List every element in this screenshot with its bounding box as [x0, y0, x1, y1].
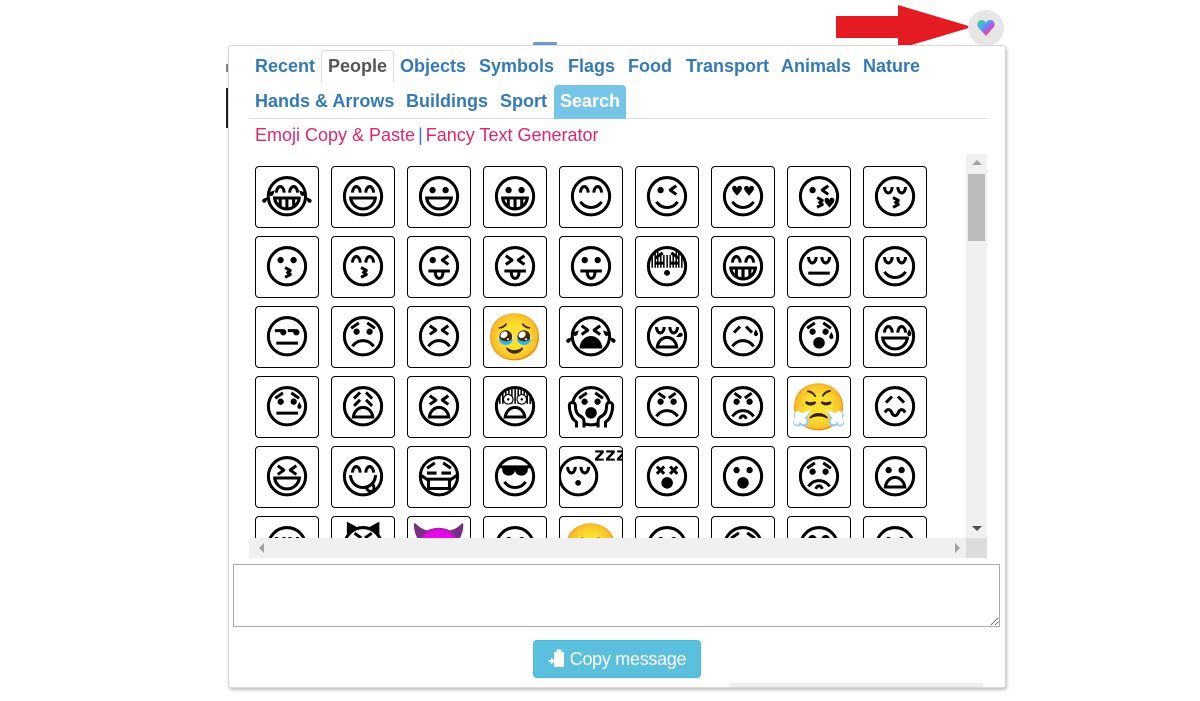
- category-tabs: Recent People Objects Symbols Flags Food…: [249, 50, 987, 119]
- emoji-cell[interactable]: 😍: [711, 166, 775, 228]
- copy-message-button[interactable]: Copy message: [533, 640, 701, 678]
- tab-symbols[interactable]: Symbols: [473, 50, 560, 83]
- emoji-launcher-button[interactable]: [968, 10, 1004, 46]
- scroll-left-arrow-icon[interactable]: [259, 543, 264, 553]
- emoji-cell[interactable]: 😩: [331, 376, 395, 438]
- emoji-cell[interactable]: 😊: [559, 166, 623, 228]
- emoji-cell[interactable]: 😫: [407, 376, 471, 438]
- emoji-cell[interactable]: 😭: [559, 306, 623, 368]
- emoji-cell[interactable]: 😠: [635, 376, 699, 438]
- emoji-cell[interactable]: 😞: [331, 306, 395, 368]
- clipboard-paste-icon: [548, 649, 564, 667]
- tab-people[interactable]: People: [321, 50, 395, 83]
- emoji-cell[interactable]: 😀: [483, 166, 547, 228]
- emoji-cell[interactable]: 😆: [255, 446, 319, 508]
- emoji-cell[interactable]: 😂: [255, 166, 319, 228]
- message-textarea[interactable]: [233, 564, 1000, 627]
- tab-buildings[interactable]: Buildings: [400, 85, 494, 118]
- emoji-cell[interactable]: 😟: [787, 446, 851, 508]
- emoji-cell[interactable]: 😷: [407, 446, 471, 508]
- scrollbar-corner: [966, 538, 987, 558]
- emoji-copy-paste-link[interactable]: Emoji Copy & Paste: [255, 125, 415, 145]
- emoji-cell[interactable]: 😡: [711, 376, 775, 438]
- emoji-cell[interactable]: 😰: [787, 306, 851, 368]
- tab-transport[interactable]: Transport: [680, 50, 775, 83]
- tab-nature[interactable]: Nature: [857, 50, 926, 83]
- emoji-cell[interactable]: 😄: [331, 166, 395, 228]
- scroll-right-arrow-icon[interactable]: [955, 543, 960, 553]
- horizontal-scrollbar[interactable]: [249, 538, 966, 558]
- emoji-cell[interactable]: 😪: [635, 306, 699, 368]
- emoji-cell[interactable]: 😓: [255, 376, 319, 438]
- emoji-cell[interactable]: 😙: [331, 236, 395, 298]
- emoji-cell[interactable]: 😘: [787, 166, 851, 228]
- emoji-cell[interactable]: 😚: [863, 166, 927, 228]
- emoji-cell[interactable]: 😣: [407, 306, 471, 368]
- tab-search[interactable]: Search: [554, 85, 627, 119]
- emoji-cell[interactable]: 😜: [407, 236, 471, 298]
- scroll-up-arrow-icon[interactable]: [972, 160, 982, 165]
- background-page-fragment: [730, 683, 983, 687]
- tab-sport[interactable]: Sport: [494, 85, 553, 118]
- emoji-cell[interactable]: 😉: [635, 166, 699, 228]
- scroll-down-arrow-icon[interactable]: [972, 526, 982, 531]
- emoji-cell[interactable]: 😋: [331, 446, 395, 508]
- emoji-cell[interactable]: 😁: [711, 236, 775, 298]
- emoji-cell[interactable]: 😅: [863, 306, 927, 368]
- rainbow-heart-icon: [977, 20, 995, 36]
- emoji-cell[interactable]: 😌: [863, 236, 927, 298]
- tab-recent[interactable]: Recent: [249, 50, 321, 83]
- emoji-cell[interactable]: 😦: [863, 446, 927, 508]
- emoji-cell[interactable]: 🥹: [483, 306, 547, 368]
- emoji-grid: 😂 😄 😃 😀 😊 😉 😍 😘 😚 😗 😙 😜 😝 😛 😳 😁 😔 😌 😒 😞 😣 🥹 😭 😪 😥 😰 😅 😓 😩 😫 😨 😱 😠 😡 😤 😖 😆 😋 😷 😎…: [255, 166, 927, 558]
- emoji-cell[interactable]: 😮: [711, 446, 775, 508]
- copy-message-label: Copy message: [569, 648, 687, 669]
- promo-links: Emoji Copy & Paste | Fancy Text Generator: [255, 125, 599, 146]
- emoji-cell[interactable]: 😨: [483, 376, 547, 438]
- emoji-cell[interactable]: 😔: [787, 236, 851, 298]
- emoji-cell[interactable]: 😥: [711, 306, 775, 368]
- emoji-cell[interactable]: 😵: [635, 446, 699, 508]
- emoji-cell[interactable]: 😒: [255, 306, 319, 368]
- tab-animals[interactable]: Animals: [775, 50, 857, 83]
- vertical-scrollbar[interactable]: [966, 154, 987, 538]
- emoji-picker-panel: Recent People Objects Symbols Flags Food…: [228, 45, 1006, 688]
- tab-hands-arrows[interactable]: Hands & Arrows: [249, 85, 400, 118]
- emoji-cell[interactable]: 😳: [635, 236, 699, 298]
- emoji-cell[interactable]: 😗: [255, 236, 319, 298]
- tab-objects[interactable]: Objects: [394, 50, 472, 83]
- tab-food[interactable]: Food: [622, 50, 678, 83]
- scrollbar-thumb[interactable]: [968, 174, 985, 241]
- emoji-cell[interactable]: 😝: [483, 236, 547, 298]
- emoji-cell[interactable]: 😴: [559, 446, 623, 508]
- tab-flags[interactable]: Flags: [562, 50, 621, 83]
- emoji-cell[interactable]: 😱: [559, 376, 623, 438]
- fancy-text-generator-link[interactable]: Fancy Text Generator: [426, 125, 599, 145]
- emoji-cell[interactable]: 😛: [559, 236, 623, 298]
- emoji-cell[interactable]: 😤: [787, 376, 851, 438]
- emoji-cell[interactable]: 😖: [863, 376, 927, 438]
- red-arrow-icon: [836, 5, 972, 49]
- link-separator: |: [418, 125, 423, 145]
- emoji-grid-viewport: 😂 😄 😃 😀 😊 😉 😍 😘 😚 😗 😙 😜 😝 😛 😳 😁 😔 😌 😒 😞 😣 🥹 😭 😪 😥 😰 😅 😓 😩 😫 😨 😱 😠 😡 😤 😖 😆 😋 😷 😎…: [249, 154, 986, 558]
- emoji-cell[interactable]: 😎: [483, 446, 547, 508]
- emoji-cell[interactable]: 😃: [407, 166, 471, 228]
